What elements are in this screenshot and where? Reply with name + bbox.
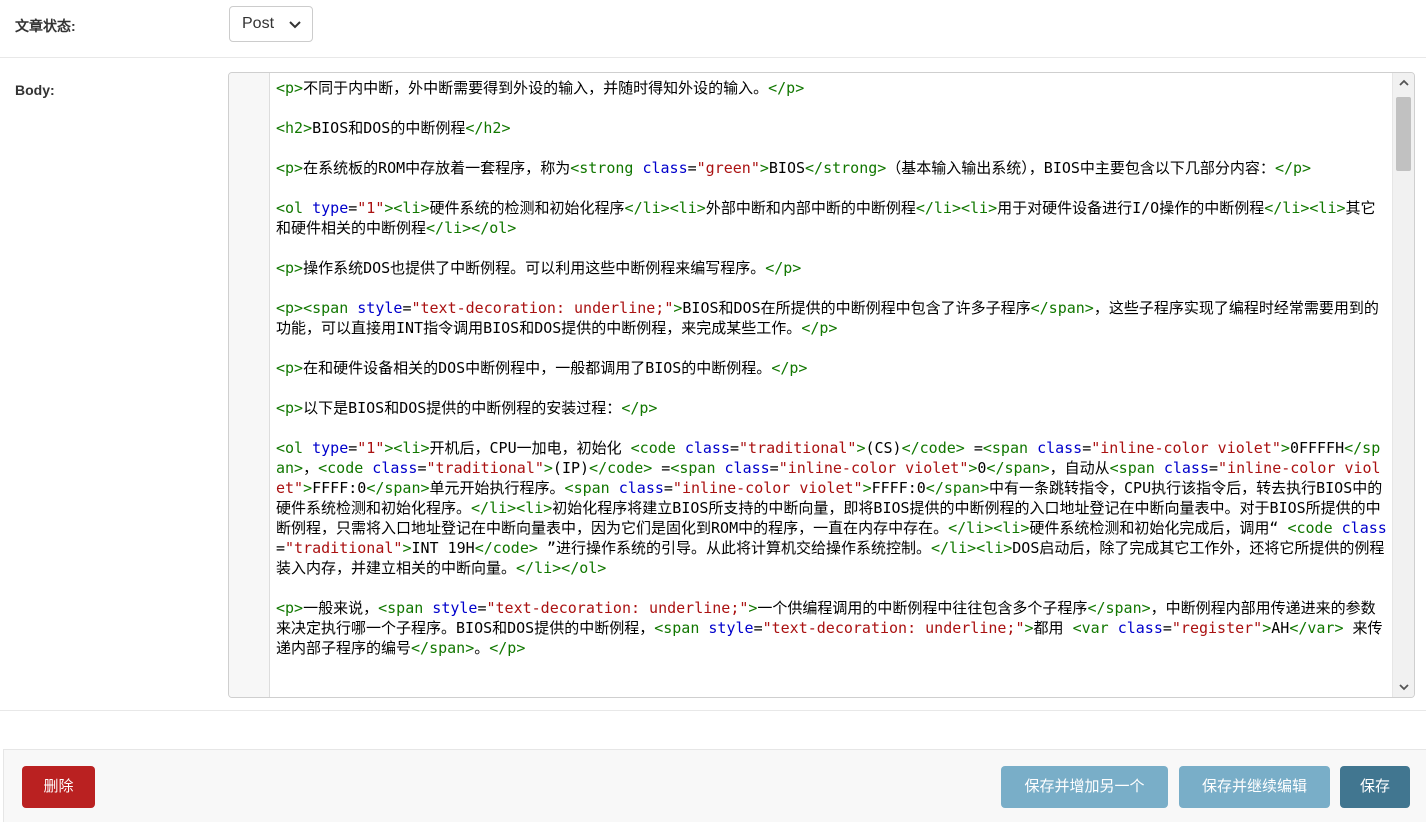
code-line-text: <ol type="1"><li>硬件系统的检测和初始化程序</li><li>外… (276, 199, 1376, 237)
code-line-text: <p>操作系统DOS也提供了中断例程。可以利用这些中断例程来编写程序。</p> (276, 259, 802, 277)
code-line[interactable]: 12​ (270, 338, 1393, 358)
code-line[interactable]: 6​ (270, 178, 1393, 198)
chevron-down-icon (289, 21, 301, 29)
code-line[interactable]: 17<ol type="1"><li>开机后，CPU一加电，初始化 <code … (270, 438, 1393, 578)
delete-button[interactable]: 删除 (22, 766, 95, 808)
code-area[interactable]: 1<p>不同于内中断，外中断需要得到外设的输入，并随时得知外设的输入。</p>2… (270, 73, 1393, 697)
scrollbar-thumb[interactable] (1396, 97, 1411, 171)
code-line-text: <p>在和硬件设备相关的DOS中断例程中，一般都调用了BIOS的中断例程。</p… (276, 359, 808, 377)
body-label: Body: (15, 82, 55, 98)
code-line[interactable]: 13<p>在和硬件设备相关的DOS中断例程中，一般都调用了BIOS的中断例程。<… (270, 358, 1393, 378)
status-select-value: Post (242, 15, 275, 32)
body-code-editor[interactable]: 1<p>不同于内中断，外中断需要得到外设的输入，并随时得知外设的输入。</p>2… (228, 72, 1415, 698)
code-line[interactable]: 14​ (270, 378, 1393, 398)
code-line[interactable]: 15<p>以下是BIOS和DOS提供的中断例程的安装过程：</p> (270, 398, 1393, 418)
code-line[interactable]: 3<h2>BIOS和DOS的中断例程</h2> (270, 118, 1393, 138)
code-line[interactable]: 7<ol type="1"><li>硬件系统的检测和初始化程序</li><li>… (270, 198, 1393, 238)
code-line[interactable]: 1<p>不同于内中断，外中断需要得到外设的输入，并随时得知外设的输入。</p> (270, 78, 1393, 98)
code-line[interactable]: 2​ (270, 98, 1393, 118)
code-line[interactable]: 8​ (270, 238, 1393, 258)
code-line-text: <p>在系统板的ROM中存放着一套程序，称为<strong class="gre… (276, 159, 1312, 177)
arrow-down-icon[interactable] (1398, 681, 1410, 693)
code-line-text: <p>一般来说，<span style="text-decoration: un… (276, 599, 1383, 657)
code-line[interactable]: 16​ (270, 418, 1393, 438)
code-line[interactable]: 19<p>一般来说，<span style="text-decoration: … (270, 598, 1393, 658)
code-line[interactable]: 11<p><span style="text-decoration: under… (270, 298, 1393, 338)
code-line-text: <p>以下是BIOS和DOS提供的中断例程的安装过程：</p> (276, 399, 658, 417)
code-line-text: <p><span style="text-decoration: underli… (276, 299, 1379, 337)
save-and-continue-button[interactable]: 保存并继续编辑 (1179, 766, 1330, 808)
code-line[interactable]: 18​ (270, 578, 1393, 598)
code-line-text: <p>不同于内中断，外中断需要得到外设的输入，并随时得知外设的输入。</p> (276, 79, 805, 97)
arrow-up-icon[interactable] (1398, 77, 1410, 89)
status-label: 文章状态: (15, 18, 76, 34)
submit-row: 删除 保存并增加另一个 保存并继续编辑 保存 (3, 749, 1426, 822)
status-select[interactable]: Post (229, 6, 313, 42)
save-button[interactable]: 保存 (1340, 766, 1410, 808)
status-form-row: 文章状态: Post (0, 0, 1426, 58)
save-and-add-another-button[interactable]: 保存并增加另一个 (1001, 766, 1168, 808)
line-number-gutter (229, 73, 270, 697)
code-line[interactable]: 9<p>操作系统DOS也提供了中断例程。可以利用这些中断例程来编写程序。</p> (270, 258, 1393, 278)
vertical-scrollbar[interactable] (1392, 73, 1414, 697)
code-line[interactable]: 10​ (270, 278, 1393, 298)
code-line-text: <ol type="1"><li>开机后，CPU一加电，初始化 <code cl… (276, 439, 1387, 577)
code-line[interactable]: 5<p>在系统板的ROM中存放着一套程序，称为<strong class="gr… (270, 158, 1393, 178)
code-line-text: <h2>BIOS和DOS的中断例程</h2> (276, 119, 511, 137)
code-line[interactable]: 4​ (270, 138, 1393, 158)
